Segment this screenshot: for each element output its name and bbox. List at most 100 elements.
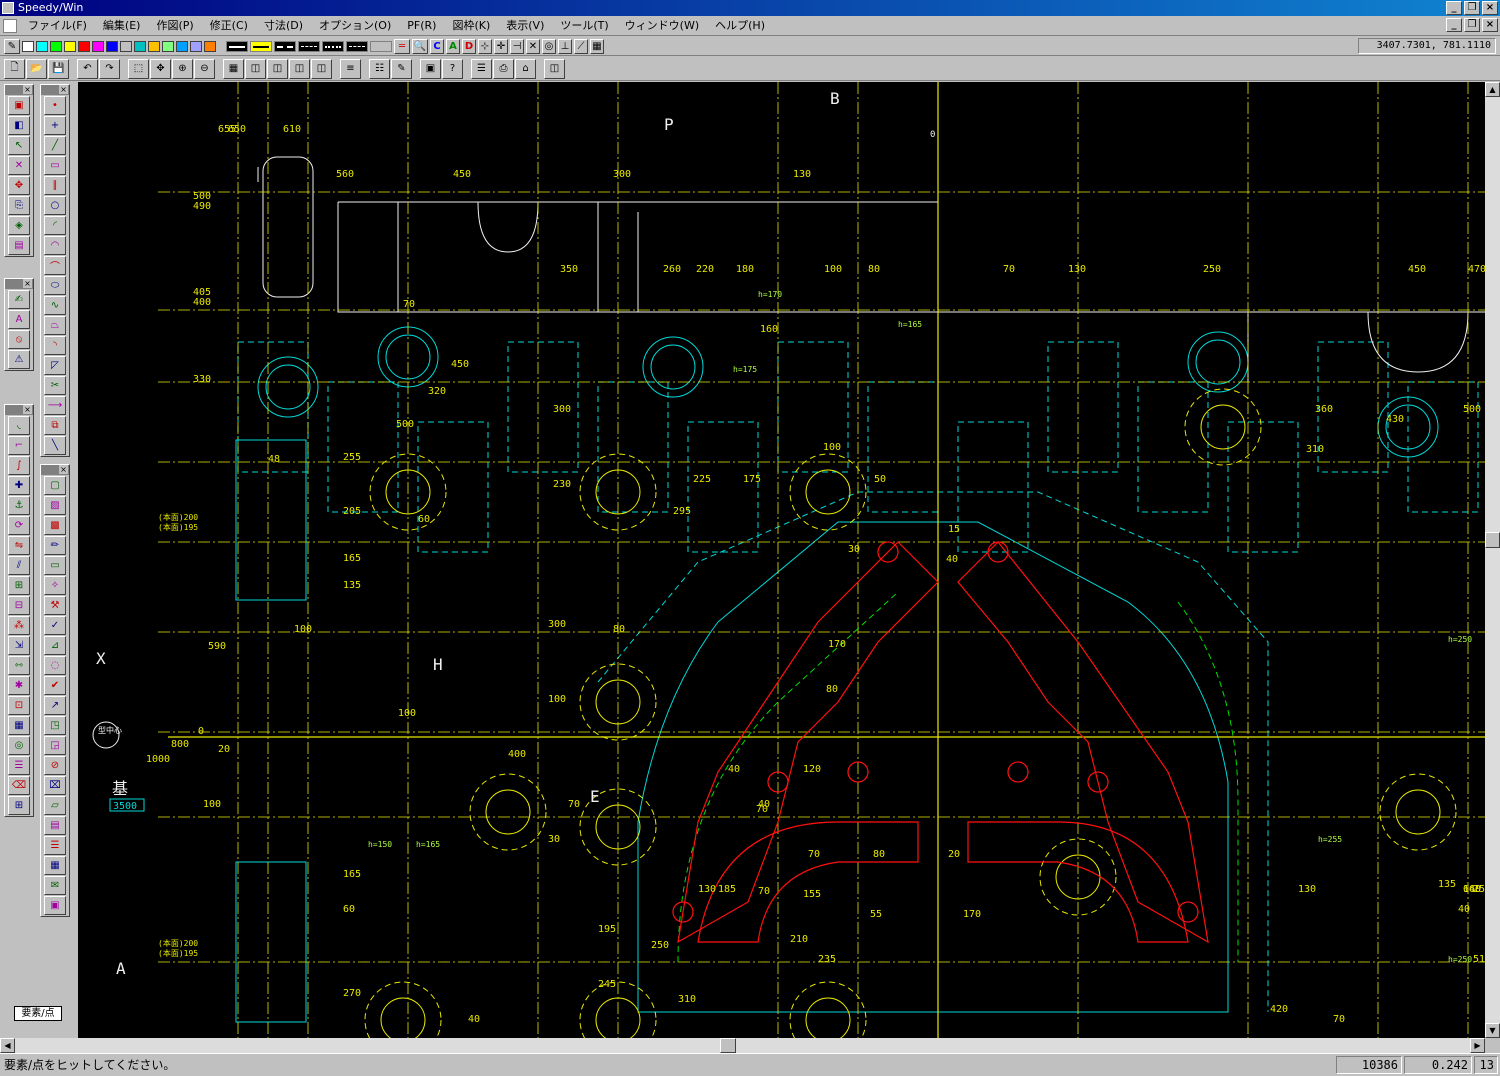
scroll-left-button[interactable]: ◀ xyxy=(0,1038,15,1053)
file-open-icon[interactable]: ▣ xyxy=(8,96,30,115)
doc-restore-button[interactable]: ❐ xyxy=(1464,18,1480,32)
color-swatch[interactable] xyxy=(204,40,216,52)
color-swatch[interactable] xyxy=(36,40,48,52)
mirror-icon[interactable]: ⇋ xyxy=(8,536,30,555)
data-3-icon[interactable]: ◫ xyxy=(289,58,310,79)
cad-drawing[interactable]: 655650 610560 450 300 130500490405400350 260 2… xyxy=(78,82,1485,1038)
pen-tool-icon[interactable]: ✎ xyxy=(4,38,20,54)
snap-near-icon[interactable]: ▦ xyxy=(590,38,604,54)
eraser-icon[interactable]: ⌫ xyxy=(8,776,30,795)
snap-end-icon[interactable]: ✛ xyxy=(494,38,508,54)
color-swatch[interactable] xyxy=(106,40,118,52)
curve-icon[interactable]: ∫ xyxy=(8,456,30,475)
check-icon[interactable]: ✔ xyxy=(44,676,66,695)
arc-dim-icon[interactable]: ◟ xyxy=(8,416,30,435)
line-solid-thick[interactable] xyxy=(226,40,248,52)
menu-pf[interactable]: PF(R) xyxy=(399,17,444,35)
point-icon[interactable]: • xyxy=(44,96,66,115)
weld-icon[interactable]: ⚒ xyxy=(44,596,66,615)
snap-perp-icon[interactable]: ⊥ xyxy=(558,38,572,54)
snap-grid-icon[interactable]: ⊹ xyxy=(478,38,492,54)
circle-icon[interactable]: ○ xyxy=(44,196,66,215)
palette-annotate-header[interactable]: × xyxy=(5,279,33,289)
document-icon[interactable] xyxy=(3,19,17,33)
detail-icon[interactable]: ◳ xyxy=(44,716,66,735)
palette-close-button[interactable]: × xyxy=(23,405,32,414)
color-swatch[interactable] xyxy=(64,40,76,52)
save-icon[interactable]: 💾 xyxy=(48,58,69,79)
copy-icon[interactable]: ⎘ xyxy=(8,196,30,215)
frame-icon[interactable]: ▭ xyxy=(44,556,66,575)
balloon-icon[interactable]: ⦸ xyxy=(8,330,30,349)
offset-icon[interactable]: ⧉ xyxy=(44,416,66,435)
line-dash-dot[interactable] xyxy=(298,40,320,52)
layer-change-icon[interactable]: ◈ xyxy=(8,216,30,235)
restore-button[interactable]: ❐ xyxy=(1464,1,1480,15)
join-icon[interactable]: ⊞ xyxy=(8,576,30,595)
menu-dimension[interactable]: 寸法(D) xyxy=(256,17,311,35)
cross-snap-icon[interactable]: ✚ xyxy=(8,476,30,495)
menu-frame[interactable]: 図枠(K) xyxy=(444,17,498,35)
delete-icon[interactable]: ✕ xyxy=(8,156,30,175)
close-button[interactable]: × xyxy=(1482,1,1498,15)
move-icon[interactable]: ✥ xyxy=(8,176,30,195)
doc-close-button[interactable]: × xyxy=(1482,18,1498,32)
new-icon[interactable]: 🗋 xyxy=(4,58,25,79)
d-mode-icon[interactable]: D xyxy=(462,38,476,54)
c-mode-icon[interactable]: C xyxy=(430,38,444,54)
vertical-scrollbar[interactable]: ▲ ▼ xyxy=(1485,82,1500,1038)
explode-icon[interactable]: ✱ xyxy=(8,676,30,695)
group-icon[interactable]: ⊡ xyxy=(8,696,30,715)
warning-icon[interactable]: ⚠ xyxy=(8,350,30,369)
rubber-icon[interactable]: ⌧ xyxy=(44,776,66,795)
menu-draw[interactable]: 作図(P) xyxy=(148,17,201,35)
dimension-icon[interactable]: ✍ xyxy=(8,290,30,309)
scale-icon[interactable]: ⇲ xyxy=(8,636,30,655)
bom-icon[interactable]: ☰ xyxy=(44,836,66,855)
break-icon[interactable]: ⊟ xyxy=(8,596,30,615)
line-dashed[interactable] xyxy=(274,40,296,52)
a-mode-icon[interactable]: A xyxy=(446,38,460,54)
frame-2-icon[interactable]: ▣ xyxy=(44,896,66,915)
palette-close-button[interactable]: × xyxy=(59,85,68,94)
line-dotted[interactable] xyxy=(322,40,344,52)
layer-list-icon[interactable]: ☷ xyxy=(369,58,390,79)
note-icon[interactable]: ✉ xyxy=(44,876,66,895)
tangent-icon[interactable]: ⌒ xyxy=(44,256,66,275)
color-swatch[interactable] xyxy=(50,40,62,52)
data-table-icon[interactable]: ▤ xyxy=(44,816,66,835)
zoom-pan-icon[interactable]: ✥ xyxy=(150,58,171,79)
rect-icon[interactable]: ▭ xyxy=(44,156,66,175)
open-icon[interactable]: 📂 xyxy=(26,58,47,79)
find-icon[interactable]: 🔍 xyxy=(412,38,428,54)
snap-tangent-icon[interactable]: ⟋ xyxy=(574,38,588,54)
arc-3pt-icon[interactable]: ◠ xyxy=(44,236,66,255)
stamp-icon[interactable]: ▦ xyxy=(44,856,66,875)
color-swatch[interactable] xyxy=(162,40,174,52)
zoom-out-icon[interactable]: ⊖ xyxy=(194,58,215,79)
section-icon[interactable]: ⊘ xyxy=(44,756,66,775)
property-icon[interactable]: ☰ xyxy=(471,58,492,79)
fill-icon[interactable]: ▩ xyxy=(44,516,66,535)
scroll-right-button[interactable]: ▶ xyxy=(1470,1038,1485,1053)
list-icon[interactable]: ☰ xyxy=(8,756,30,775)
calculator-icon[interactable]: ▦ xyxy=(223,58,244,79)
hatch-pattern-icon[interactable]: ▨ xyxy=(44,496,66,515)
palette-close-button[interactable]: × xyxy=(59,465,68,474)
line-icon[interactable]: ╱ xyxy=(44,136,66,155)
rotate-icon[interactable]: ⟳ xyxy=(8,516,30,535)
snap-int-icon[interactable]: ✕ xyxy=(526,38,540,54)
print-icon[interactable]: ⎙ xyxy=(493,58,514,79)
data-2-icon[interactable]: ◫ xyxy=(267,58,288,79)
color-swatch[interactable] xyxy=(176,40,188,52)
line-cross-icon[interactable]: + xyxy=(44,116,66,135)
polyline-icon[interactable]: ⏢ xyxy=(44,316,66,335)
select-arrow-icon[interactable]: ↖ xyxy=(8,136,30,155)
menu-modify[interactable]: 修正(C) xyxy=(202,17,256,35)
spline-icon[interactable]: ∿ xyxy=(44,296,66,315)
drawing-canvas[interactable]: 655 650 610 560 450 300 130 500 490 405 400 350 260 2… xyxy=(78,82,1485,1038)
parallel-icon[interactable]: ∥ xyxy=(44,176,66,195)
data-1-icon[interactable]: ◫ xyxy=(245,58,266,79)
doc-minimize-button[interactable]: _ xyxy=(1446,18,1462,32)
layer-icon[interactable]: ≡ xyxy=(340,58,361,79)
